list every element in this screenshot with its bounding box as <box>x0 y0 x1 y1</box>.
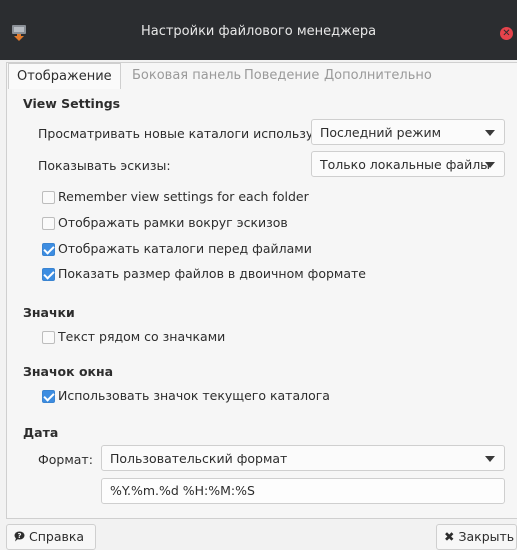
use-folder-icon-label: Использовать значок текущего каталога <box>58 388 330 403</box>
close-button[interactable]: ✖ Закрыть <box>436 524 517 550</box>
date-format-label: Формат: <box>38 452 93 467</box>
tab-display[interactable]: Отображение <box>8 63 121 89</box>
tab-behavior[interactable]: Поведение <box>236 63 327 88</box>
text-beside-icons-checkbox[interactable] <box>42 331 55 344</box>
thumbnail-frames-checkbox[interactable] <box>42 217 55 230</box>
remember-view-settings-label: Remember view settings for each folder <box>58 189 309 204</box>
thumbnails-label: Показывать эскизы: <box>38 158 171 173</box>
close-icon: ✖ <box>444 529 455 544</box>
chevron-down-icon <box>485 456 495 462</box>
help-icon: ? <box>14 525 25 549</box>
date-format-value: Пользовательский формат <box>110 451 288 466</box>
tab-sidebar[interactable]: Боковая панель <box>124 63 249 88</box>
folders-first-checkbox[interactable] <box>42 243 55 256</box>
section-title-date: Дата <box>23 425 59 440</box>
thumbnail-frames-label: Отображать рамки вокруг эскизов <box>58 215 288 230</box>
chevron-down-icon <box>485 130 495 136</box>
thumbnails-value: Только локальные файлы <box>320 157 491 172</box>
folders-first-label: Отображать каталоги перед файлами <box>58 241 312 256</box>
thumbnails-select[interactable]: Только локальные файлы <box>311 151 505 177</box>
binary-file-size-checkbox[interactable] <box>42 268 55 281</box>
tab-advanced[interactable]: Дополнительно <box>316 63 440 88</box>
help-button[interactable]: ? Справка <box>6 524 96 550</box>
section-title-icons: Значки <box>23 305 75 320</box>
svg-text:?: ? <box>17 532 21 540</box>
section-title-window-icon: Значок окна <box>23 364 114 379</box>
date-format-select[interactable]: Пользовательский формат <box>101 445 505 471</box>
text-beside-icons-label: Текст рядом со значками <box>58 329 226 344</box>
section-title-view-settings: View Settings <box>23 96 121 111</box>
use-folder-icon-checkbox[interactable] <box>42 390 55 403</box>
remember-view-settings-checkbox[interactable] <box>42 191 55 204</box>
new-folders-label: Просматривать новые каталоги используя: <box>38 126 326 141</box>
chevron-down-icon <box>485 162 495 168</box>
binary-file-size-label: Показать размер файлов в двоичном формат… <box>58 266 366 281</box>
new-folders-view-value: Последний режим <box>320 125 442 140</box>
new-folders-view-select[interactable]: Последний режим <box>311 119 505 145</box>
title-bar: Настройки файлового менеджера ✕ <box>0 0 517 60</box>
custom-date-format-input[interactable]: %Y.%m.%d %H:%M:%S <box>101 478 505 504</box>
window-close-button[interactable]: ✕ <box>500 27 513 40</box>
window-title: Настройки файлового менеджера <box>140 24 377 39</box>
